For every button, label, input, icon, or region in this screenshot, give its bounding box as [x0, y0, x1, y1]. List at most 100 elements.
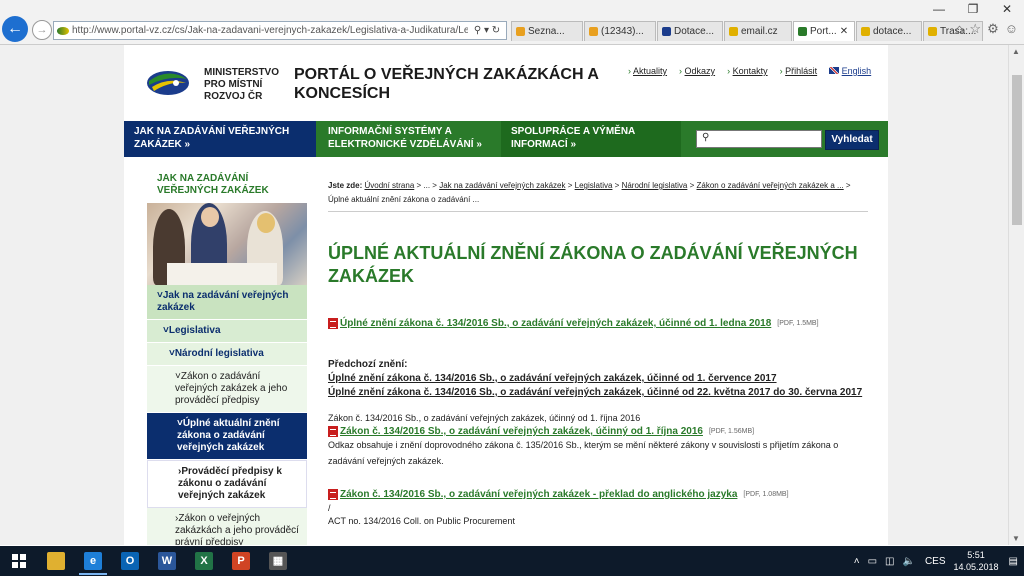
menu-spoluprace[interactable]: SPOLUPRÁCE A VÝMĚNA INFORMACÍ » — [501, 121, 681, 157]
browser-tab[interactable]: dotace... — [856, 21, 922, 41]
act-english-text: ACT no. 134/2016 Coll. on Public Procure… — [328, 516, 515, 526]
tab-favicon-icon — [589, 27, 598, 36]
ministry-logo — [147, 71, 189, 95]
breadcrumb-prefix: Jste zde: — [328, 181, 363, 190]
tab-label: Port... — [810, 26, 837, 37]
search-button[interactable]: Vyhledat — [825, 130, 879, 150]
browser-tab[interactable]: Port... ✕ — [793, 21, 855, 41]
outlook-taskbar-button[interactable]: O — [116, 549, 144, 573]
excel-taskbar-button[interactable]: X — [190, 549, 218, 573]
chevron-up-icon[interactable]: ˄ — [854, 556, 860, 567]
breadcrumb-link[interactable]: Úvodní strana — [364, 181, 414, 190]
notifications-icon[interactable]: ▤ — [1009, 556, 1018, 567]
translation-doc-row: Zákon č. 134/2016 Sb., o zadávání veřejn… — [328, 489, 868, 500]
search-dropdown-refresh-icons[interactable]: ⚲ ▾ ↻ — [468, 25, 506, 36]
tab-favicon-icon — [516, 27, 525, 36]
sidebar-item[interactable]: ›Prováděcí předpisy k zákonu o zadávání … — [147, 460, 307, 508]
search-input[interactable]: ⚲ — [696, 130, 822, 148]
uk-flag-icon — [829, 67, 840, 74]
smiley-icon[interactable]: ☺ — [1005, 21, 1018, 37]
scroll-down-icon[interactable]: ▼ — [1012, 534, 1020, 543]
portal-title: PORTÁL O VEŘEJNÝCH ZAKÁZKÁCH A KONCESÍCH — [294, 66, 599, 102]
battery-icon[interactable]: ▭ — [868, 556, 877, 567]
arrow-right-icon: → — [36, 24, 48, 36]
volume-icon[interactable]: 🔈 — [902, 556, 914, 567]
network-icon[interactable]: ◫ — [885, 556, 894, 567]
close-tab-icon[interactable]: ✕ — [840, 26, 848, 37]
close-window-button[interactable]: ✕ — [990, 0, 1024, 18]
sidebar-item[interactable]: ˅Jak na zadávání veřejných zakázek — [147, 285, 307, 320]
breadcrumb-link[interactable]: Legislativa — [575, 181, 613, 190]
translation-doc-link[interactable]: Zákon č. 134/2016 Sb., o zadávání veřejn… — [340, 489, 737, 500]
breadcrumb-current: Úplné aktuální znění zákona o zadávání .… — [328, 195, 480, 204]
link-kontakty[interactable]: Kontakty — [733, 66, 768, 76]
restore-button[interactable]: ❐ — [956, 0, 990, 18]
word-taskbar-button[interactable]: W — [153, 549, 181, 573]
menu-jak-na-zadavani[interactable]: JAK NA ZADÁVÁNÍ VEŘEJNÝCH ZAKÁZEK » — [124, 121, 316, 157]
page-viewport: MINISTERSTVO PRO MÍSTNÍ ROZVOJ ČR PORTÁL… — [0, 45, 1008, 545]
link-aktuality[interactable]: Aktuality — [633, 66, 667, 76]
law-doc-meta: [PDF, 1.56MB] — [708, 428, 755, 435]
window-controls: — ❐ ✕ — [922, 0, 1024, 18]
previous-versions-label: Předchozí znění: — [328, 359, 408, 370]
clock[interactable]: 5:51 14.05.2018 — [954, 549, 999, 573]
tab-label: email.cz — [741, 26, 778, 37]
pdf-icon — [328, 318, 338, 329]
powerpoint-taskbar-button[interactable]: P — [227, 549, 255, 573]
tab-favicon-icon — [729, 27, 738, 36]
ministry-line-1: MINISTERSTVO — [204, 67, 280, 78]
browser-tab[interactable]: Dotace... — [657, 21, 723, 41]
tab-label: Dotace... — [674, 26, 715, 37]
browser-tab[interactable]: email.cz — [724, 21, 792, 41]
law-doc-link[interactable]: Zákon č. 134/2016 Sb., o zadávání veřejn… — [340, 426, 703, 437]
page-title: ÚPLNÉ AKTUÁLNÍ ZNĚNÍ ZÁKONA O ZADÁVÁNÍ V… — [328, 243, 858, 286]
link-odkazy[interactable]: Odkazy — [685, 66, 716, 76]
link-english[interactable]: English — [842, 66, 872, 76]
main-doc-link[interactable]: Úplné znění zákona č. 134/2016 Sb., o za… — [340, 318, 771, 329]
sidebar-item[interactable]: ˅Legislativa — [147, 320, 307, 343]
home-icon[interactable]: ⌂ — [956, 21, 964, 37]
internet-explorer-taskbar-button[interactable]: e — [79, 549, 107, 575]
menu-informacni-systemy[interactable]: INFORMAČNÍ SYSTÉMY A ELEKTRONICKÉ VZDĚLÁ… — [318, 121, 498, 157]
breadcrumb-link: ... — [423, 181, 431, 190]
tab-label: Sezna... — [528, 26, 565, 37]
browser-tab[interactable]: Sezna... — [511, 21, 583, 41]
main-doc-meta: [PDF, 1.5MB] — [777, 320, 819, 327]
file-explorer-taskbar-button[interactable] — [42, 549, 70, 573]
vertical-scrollbar[interactable]: ▲ ▼ — [1008, 45, 1024, 545]
ministry-name: MINISTERSTVO PRO MÍSTNÍ ROZVOJ ČR — [204, 67, 294, 103]
internet-explorer-icon: e — [84, 552, 102, 570]
pdf-icon — [328, 489, 338, 500]
calculator-icon: ▦ — [269, 552, 287, 570]
minimize-button[interactable]: — — [922, 0, 956, 18]
sidebar: JAK NA ZADÁVÁNÍ VEŘEJNÝCH ZAKÁZEK ˅Jak n… — [147, 163, 307, 545]
site-favicon-icon — [57, 26, 69, 35]
browser-tab[interactable]: (12343)... — [584, 21, 656, 41]
slash-text: / — [328, 503, 331, 513]
breadcrumb-link[interactable]: Zákon o zadávání veřejných zakázek a ... — [697, 181, 844, 190]
scroll-thumb[interactable] — [1012, 75, 1022, 225]
tab-label: (12343)... — [601, 26, 644, 37]
language-indicator[interactable]: CES — [925, 556, 946, 567]
law-doc-row: Zákon č. 134/2016 Sb., o zadávání veřejn… — [328, 426, 868, 437]
top-links: › Aktuality › Odkazy › Kontakty › Přihlá… — [628, 66, 872, 76]
back-button[interactable]: ← — [2, 16, 28, 42]
breadcrumb-link[interactable]: Jak na zadávání veřejných zakázek — [439, 181, 565, 190]
star-icon[interactable]: ☆ — [969, 21, 981, 37]
breadcrumb-link[interactable]: Národní legislativa — [622, 181, 688, 190]
sidebar-item[interactable]: ˅Zákon o zadávání veřejných zakázek a je… — [147, 366, 307, 413]
sidebar-item[interactable]: ˅Úplné aktuální znění zákona o zadávání … — [147, 413, 307, 460]
scroll-up-icon[interactable]: ▲ — [1012, 47, 1020, 56]
previous-version-link[interactable]: Úplné znění zákona č. 134/2016 Sb., o za… — [328, 373, 868, 384]
previous-version-link[interactable]: Úplné znění zákona č. 134/2016 Sb., o za… — [328, 387, 868, 398]
forward-button[interactable]: → — [32, 20, 52, 40]
calculator-taskbar-button[interactable]: ▦ — [264, 549, 292, 573]
address-bar[interactable]: http://www.portal-vz.cz/cs/Jak-na-zadava… — [53, 21, 507, 40]
pdf-icon — [328, 426, 338, 437]
gear-icon[interactable]: ⚙ — [987, 21, 999, 37]
start-button[interactable] — [0, 546, 38, 576]
link-prihlasit[interactable]: Přihlásit — [785, 66, 817, 76]
sidebar-item[interactable]: ˅Národní legislativa — [147, 343, 307, 366]
word-icon: W — [158, 552, 176, 570]
sidebar-item[interactable]: ›Zákon o veřejných zakázkách a jeho prov… — [147, 508, 307, 545]
